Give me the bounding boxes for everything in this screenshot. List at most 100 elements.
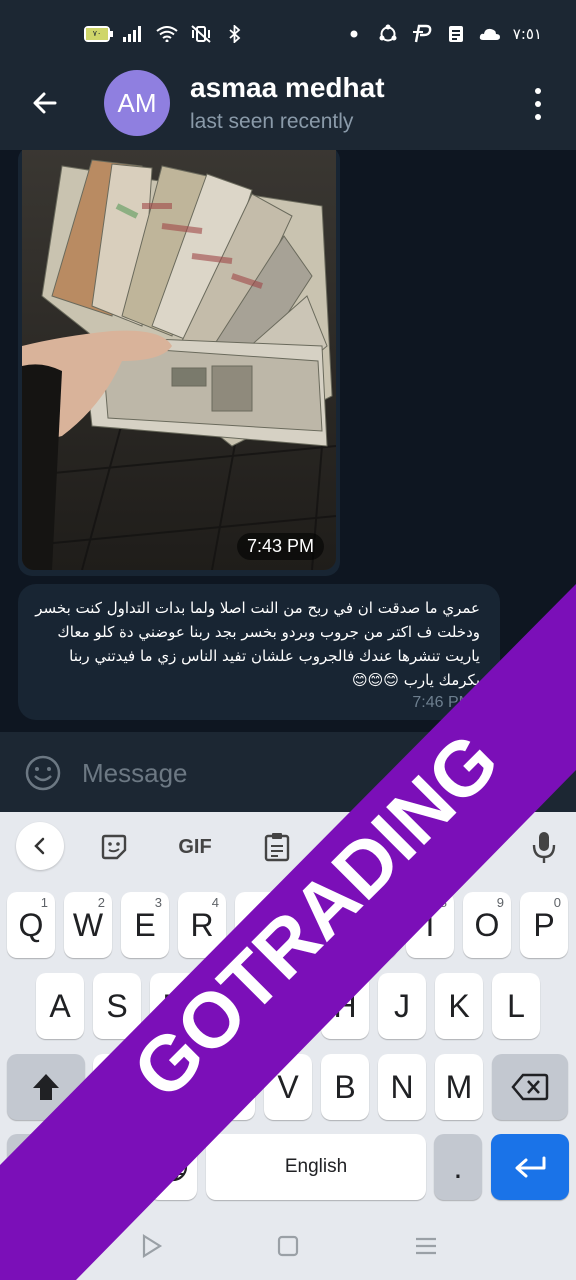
- mic-button[interactable]: [520, 754, 550, 792]
- key-hint: 8: [439, 895, 447, 910]
- key-r[interactable]: R4: [178, 892, 226, 958]
- more-dot-icon: [535, 100, 541, 107]
- key-t[interactable]: T5: [235, 892, 283, 958]
- key-hint: 7: [382, 895, 390, 910]
- spacebar[interactable]: English: [206, 1134, 426, 1200]
- key-label: Y: [305, 906, 327, 943]
- battery-icon: ٧٠: [84, 26, 113, 42]
- more-tools-button[interactable]: [452, 830, 486, 864]
- key-label: P: [533, 906, 555, 943]
- clipboard-button[interactable]: [260, 830, 294, 864]
- key-n[interactable]: N: [378, 1054, 426, 1120]
- message-composer: [0, 732, 576, 812]
- key-e[interactable]: E3: [121, 892, 169, 958]
- nav-back-button[interactable]: [138, 1232, 166, 1260]
- contact-name[interactable]: asmaa medhat: [190, 72, 385, 104]
- language-key[interactable]: [149, 1134, 197, 1200]
- message-text: عمري ما صدقت ان في ربح من النت اصلا ولما…: [35, 599, 480, 689]
- voice-input-button[interactable]: [527, 830, 561, 864]
- key-hint: 0: [553, 895, 561, 910]
- key-label: W: [72, 906, 104, 943]
- nav-home-button[interactable]: [274, 1232, 302, 1260]
- shift-icon: [33, 1074, 59, 1100]
- key-hint: 6: [325, 895, 333, 910]
- back-arrow-icon: [33, 92, 57, 114]
- key-b[interactable]: B: [321, 1054, 369, 1120]
- key-w[interactable]: W2: [64, 892, 112, 958]
- key-f[interactable]: F: [207, 973, 255, 1039]
- sync-icon: [377, 24, 399, 44]
- more-dot-icon: [535, 114, 541, 121]
- sticker-button[interactable]: [97, 830, 131, 864]
- backspace-key[interactable]: [492, 1054, 568, 1120]
- photo-timestamp: 7:43 PM: [236, 533, 324, 560]
- avatar[interactable]: AM: [104, 70, 170, 136]
- microphone-icon: [521, 754, 549, 790]
- cloud-icon: [479, 24, 501, 44]
- key-hint: 5: [268, 895, 276, 910]
- key-c[interactable]: C: [207, 1054, 255, 1120]
- shift-key[interactable]: [7, 1054, 85, 1120]
- key-p[interactable]: P0: [520, 892, 568, 958]
- key-o[interactable]: O9: [463, 892, 511, 958]
- vibrate-icon: [190, 24, 212, 44]
- key-j[interactable]: J: [378, 973, 426, 1039]
- key-label: E: [134, 906, 156, 943]
- emoji-button[interactable]: [24, 754, 62, 792]
- key-u[interactable]: U7: [349, 892, 397, 958]
- key-g[interactable]: G: [264, 973, 312, 1039]
- bluetooth-icon: [224, 24, 246, 44]
- signal-icon: [122, 24, 144, 44]
- key-q[interactable]: Q1: [7, 892, 55, 958]
- more-options-button[interactable]: [524, 84, 552, 124]
- key-m[interactable]: M: [435, 1054, 483, 1120]
- key-l[interactable]: L: [492, 973, 540, 1039]
- microphone-icon: [532, 832, 556, 863]
- smiley-icon: [25, 755, 61, 791]
- keyboard: GIF Q1 W2 E3 R4 T5 Y6 U7 I8 O9 P0 A S D …: [0, 812, 576, 1212]
- back-button[interactable]: [28, 86, 62, 120]
- nav-recents-button[interactable]: [412, 1232, 440, 1260]
- status-icons-left: ٧٠: [84, 24, 246, 44]
- triangle-back-icon: [142, 1234, 163, 1258]
- dot-icon: [465, 843, 473, 851]
- dot-icon: [343, 24, 365, 44]
- key-v[interactable]: V: [264, 1054, 312, 1120]
- text-message[interactable]: عمري ما صدقت ان في ربح من النت اصلا ولما…: [18, 584, 500, 720]
- key-z[interactable]: Z: [93, 1054, 141, 1120]
- key-hint: 9: [496, 895, 504, 910]
- photo-banknotes[interactable]: 7:43 PM: [22, 150, 336, 570]
- key-s[interactable]: S: [93, 973, 141, 1039]
- key-k[interactable]: K: [435, 973, 483, 1039]
- photo-message[interactable]: 7:43 PM: [18, 150, 340, 576]
- enter-key[interactable]: [491, 1134, 569, 1200]
- toolbar-back-button[interactable]: [16, 822, 64, 870]
- key-label: T: [249, 906, 269, 943]
- key-d[interactable]: D: [150, 973, 198, 1039]
- enter-icon: [515, 1156, 546, 1178]
- period-key[interactable]: .: [434, 1134, 482, 1200]
- chevron-left-icon: [34, 837, 45, 855]
- key-x[interactable]: X: [150, 1054, 198, 1120]
- message-timestamp: 7:46 PM: [412, 694, 472, 711]
- key-y[interactable]: Y6: [292, 892, 340, 958]
- system-nav-bar: [0, 1212, 576, 1280]
- more-dot-icon: [535, 87, 541, 94]
- clock: ٧:٥١: [512, 25, 542, 43]
- key-h[interactable]: H: [321, 973, 369, 1039]
- symbols-key[interactable]: [7, 1134, 141, 1200]
- chat-area[interactable]: 7:43 PM عمري ما صدقت ان في ربح من النت ا…: [0, 150, 576, 732]
- sticker-icon: [101, 834, 127, 860]
- key-a[interactable]: A: [36, 973, 84, 1039]
- status-bar: ٧٠ ٧:٥١: [0, 0, 576, 62]
- key-hint: 2: [97, 895, 105, 910]
- status-icons-right: ٧:٥١: [343, 24, 542, 44]
- contact-status: last seen recently: [190, 110, 354, 133]
- key-label: R: [190, 906, 214, 943]
- key-label: O: [474, 906, 500, 943]
- gif-button[interactable]: GIF: [172, 830, 218, 864]
- key-i[interactable]: I8: [406, 892, 454, 958]
- message-input[interactable]: [82, 752, 462, 794]
- wifi-icon: [156, 24, 178, 44]
- keyboard-toolbar: GIF: [0, 812, 576, 880]
